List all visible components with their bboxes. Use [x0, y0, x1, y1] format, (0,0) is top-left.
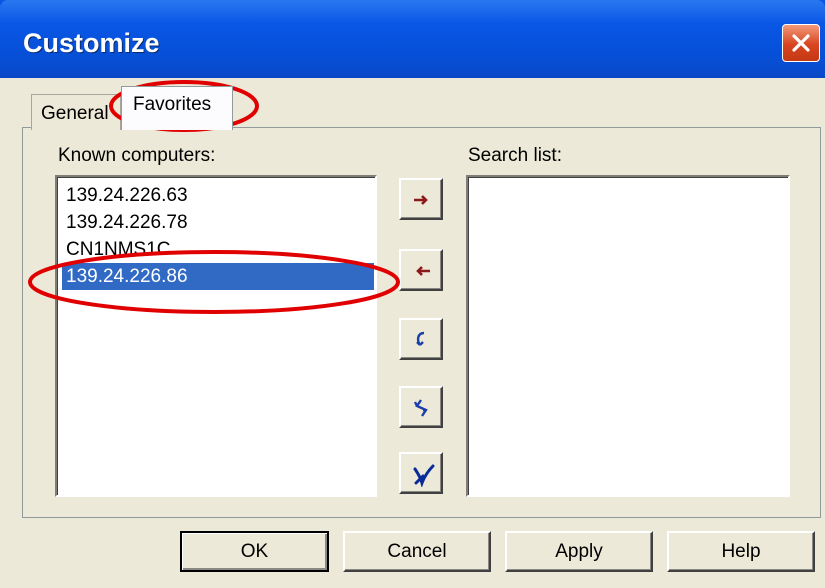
tab-favorites-label: Favorites	[133, 94, 212, 115]
known-computers-label: Known computers:	[58, 145, 216, 166]
search-list-label: Search list:	[468, 145, 562, 166]
arrow-right-icon	[414, 195, 428, 205]
delete-button[interactable]	[399, 452, 443, 494]
title-bar[interactable]: Customize	[0, 0, 825, 78]
help-button[interactable]: Help	[667, 531, 815, 572]
cancel-button[interactable]: Cancel	[343, 531, 491, 572]
delete-icon	[413, 464, 435, 487]
remove-from-search-list-button[interactable]	[399, 249, 443, 291]
move-up-button[interactable]	[399, 318, 443, 360]
list-item[interactable]: CN1NMS1C	[62, 236, 374, 263]
ok-button[interactable]: OK	[180, 531, 329, 572]
move-down-icon	[413, 399, 428, 417]
move-down-button[interactable]	[399, 386, 443, 428]
move-up-icon	[416, 331, 425, 346]
tab-favorites[interactable]: Favorites	[121, 86, 233, 130]
window-title: Customize	[23, 28, 160, 58]
close-button[interactable]	[782, 24, 820, 62]
known-computers-list[interactable]: 139.24.226.63 139.24.226.78 CN1NMS1C 139…	[55, 175, 377, 497]
add-to-search-list-button[interactable]	[399, 178, 443, 220]
list-item-selected[interactable]: 139.24.226.86	[62, 263, 374, 290]
tab-general[interactable]: General	[31, 94, 121, 130]
list-item[interactable]: 139.24.226.63	[62, 182, 374, 209]
customize-dialog: Customize General Favorites Known comput…	[0, 0, 825, 588]
search-list[interactable]	[466, 175, 790, 497]
arrow-left-icon	[416, 266, 430, 276]
tab-general-label: General	[41, 103, 109, 124]
apply-button[interactable]: Apply	[505, 531, 653, 572]
list-item[interactable]: 139.24.226.78	[62, 209, 374, 236]
close-icon	[792, 34, 810, 52]
